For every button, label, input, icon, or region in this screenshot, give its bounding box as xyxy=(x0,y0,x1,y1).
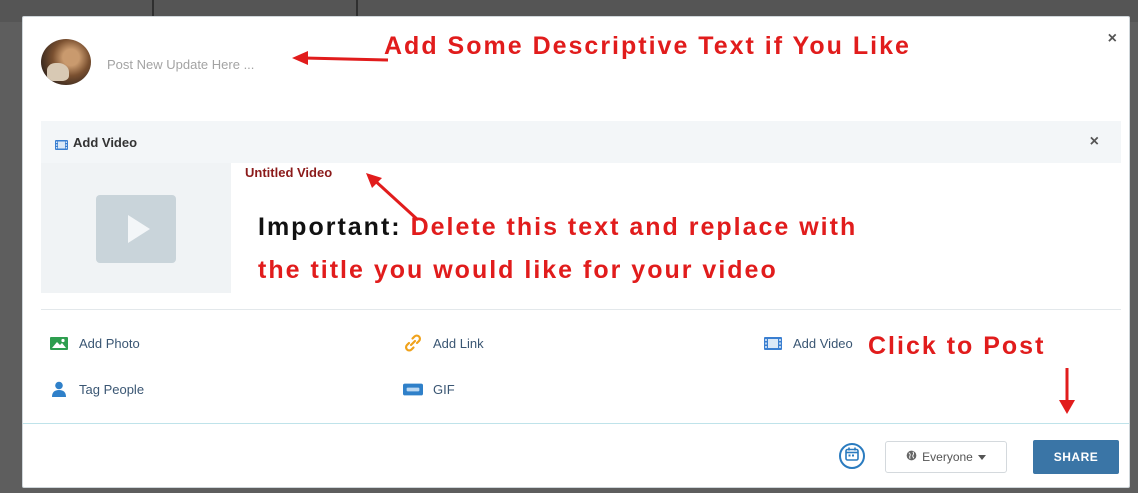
add-video-button[interactable]: Add Video xyxy=(763,335,853,351)
film-icon xyxy=(763,335,783,351)
video-attachment-title: Add Video xyxy=(73,135,138,150)
globe-icon xyxy=(906,450,917,464)
arrow-annotation xyxy=(292,51,389,65)
add-video-label: Add Video xyxy=(793,335,853,351)
annotation-important: Important: Delete this text and replace … xyxy=(258,213,857,242)
video-thumbnail[interactable] xyxy=(41,163,231,293)
gif-button[interactable]: GIF xyxy=(403,381,455,397)
tag-people-label: Tag People xyxy=(79,381,145,397)
add-link-label: Add Link xyxy=(433,335,484,351)
film-icon xyxy=(55,137,68,155)
close-icon[interactable]: × xyxy=(1090,133,1099,151)
person-icon xyxy=(49,381,69,397)
audience-label: Everyone xyxy=(922,450,973,464)
image-icon xyxy=(49,335,69,351)
arrow-annotation xyxy=(366,173,420,222)
link-icon xyxy=(403,334,423,352)
add-link-button[interactable]: Add Link xyxy=(403,334,484,352)
video-attachment-header: Add Video × xyxy=(41,121,1121,163)
annotation-important-line2: the title you would like for your video xyxy=(258,256,778,284)
annotation-descriptive-text: Add Some Descriptive Text if You Like xyxy=(384,32,911,60)
play-icon[interactable] xyxy=(96,195,176,263)
video-title-field[interactable]: Untitled Video xyxy=(245,165,332,180)
annotation-click-to-post: Click to Post xyxy=(868,332,1046,360)
arrow-annotation xyxy=(1059,368,1075,414)
calendar-icon xyxy=(845,447,859,466)
add-photo-label: Add Photo xyxy=(79,335,140,351)
share-button[interactable]: SHARE xyxy=(1033,440,1119,474)
chevron-down-icon xyxy=(977,454,986,460)
schedule-button[interactable] xyxy=(839,443,865,469)
annotation-important-text: Delete this text and replace with xyxy=(410,213,858,241)
close-icon[interactable]: × xyxy=(1108,31,1117,47)
add-photo-button[interactable]: Add Photo xyxy=(49,335,140,351)
footer-divider xyxy=(23,423,1129,424)
post-composer-modal: × Add Video × Untitled xyxy=(22,16,1130,488)
post-update-input[interactable] xyxy=(107,53,307,75)
gif-label: GIF xyxy=(433,381,455,397)
gif-icon xyxy=(403,381,423,397)
tag-people-button[interactable]: Tag People xyxy=(49,381,144,397)
avatar xyxy=(41,39,91,85)
audience-select[interactable]: Everyone xyxy=(885,441,1007,473)
divider xyxy=(41,309,1121,310)
